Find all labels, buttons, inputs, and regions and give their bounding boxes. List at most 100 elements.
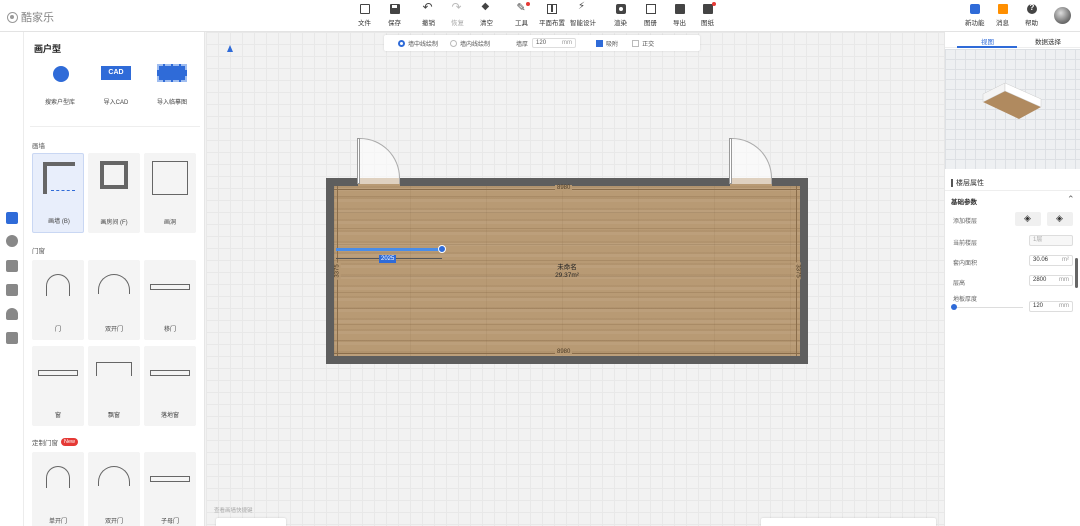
view-mode-toolbar[interactable] bbox=[216, 518, 286, 526]
add-floor-below-button[interactable] bbox=[1047, 212, 1073, 226]
room-label[interactable]: 未命名 29.37m² bbox=[334, 264, 800, 280]
ai-design-label: 智能设计 bbox=[570, 20, 596, 27]
bay-window-icon bbox=[96, 362, 132, 376]
floorplan-canvas[interactable]: 墙中线绘制 墙内线绘制 墙厚 120 mm 吸附 正交 8980 8980 337… bbox=[206, 32, 944, 526]
export-label: 导出 bbox=[673, 20, 686, 27]
3d-preview[interactable] bbox=[945, 49, 1080, 169]
draw-wall-tool[interactable]: 画墙 (B) bbox=[32, 153, 84, 233]
room-floor[interactable]: 8980 8980 3375 3375 未命名 29.37m² 2025 bbox=[334, 185, 801, 356]
center-line-option[interactable]: 墙中线绘制 bbox=[398, 39, 438, 48]
doors-windows-section-header: 门窗 bbox=[32, 248, 45, 255]
crown-rail-icon[interactable] bbox=[6, 284, 18, 296]
render-label: 渲染 bbox=[614, 20, 627, 27]
room-name: 未命名 bbox=[557, 264, 577, 271]
draw-room-tool[interactable]: 画房间 (F) bbox=[88, 153, 140, 233]
trace-image-icon bbox=[157, 64, 187, 82]
redo-button[interactable]: 恢复 bbox=[451, 0, 464, 27]
user-avatar[interactable] bbox=[1054, 7, 1071, 24]
shortcut-hint[interactable]: 查看画墙快捷键 bbox=[214, 506, 253, 514]
redo-icon bbox=[452, 0, 463, 14]
current-floor-select[interactable]: 1层 bbox=[1029, 235, 1073, 246]
import-trace-image-button[interactable]: 导入临摹图 bbox=[146, 58, 198, 116]
floor-layout-button[interactable]: 平面布置 bbox=[539, 4, 565, 27]
custom-doors-section-header: 定制门窗 New bbox=[32, 437, 79, 447]
floor-window-label: 落地窗 bbox=[160, 413, 179, 419]
snap-option[interactable]: 吸附 bbox=[596, 39, 618, 48]
single-swing-door-item[interactable]: 单开门 bbox=[32, 452, 84, 526]
clear-button[interactable]: 清空 bbox=[480, 1, 493, 27]
add-floor-above-button[interactable] bbox=[1015, 212, 1041, 226]
checkbox-icon bbox=[632, 40, 640, 48]
radio-checked-icon bbox=[398, 40, 405, 48]
walls-section-header: 画墙 bbox=[32, 143, 45, 150]
export-button[interactable]: 导出 bbox=[673, 4, 686, 27]
sliding-door-item[interactable]: 移门 bbox=[144, 260, 196, 340]
current-floor-label: 当前楼层 bbox=[953, 241, 978, 247]
wrench-icon bbox=[517, 1, 530, 14]
basic-params-header[interactable]: 基础参数 bbox=[951, 196, 977, 206]
top-toolbar: 酷家乐 文件 保存 撤销 恢复 清空 工具 平面布置 智能设计 渲染 图册 bbox=[0, 0, 1080, 32]
app-logo[interactable]: 酷家乐 bbox=[7, 9, 54, 25]
double-door-item[interactable]: 双开门 bbox=[88, 260, 140, 340]
drawing-label: 图纸 bbox=[701, 20, 714, 27]
slab-thickness-input[interactable]: 120 mm bbox=[1029, 301, 1073, 312]
slab-thickness-slider-knob[interactable] bbox=[951, 304, 957, 310]
tab-view[interactable]: 视图 bbox=[981, 36, 994, 46]
ai-design-button[interactable]: 智能设计 bbox=[570, 1, 596, 27]
import-cad-button[interactable]: CAD 导入CAD bbox=[90, 58, 142, 116]
vehicle-rail-icon[interactable] bbox=[6, 332, 18, 344]
inner-area-field: 30.06 m² bbox=[1029, 255, 1073, 266]
render-button[interactable]: 渲染 bbox=[614, 4, 627, 27]
single-swing-door-icon bbox=[46, 466, 70, 488]
wall-endpoint-handle[interactable] bbox=[438, 245, 446, 253]
tools-button[interactable]: 工具 bbox=[515, 1, 530, 27]
wall-being-drawn[interactable] bbox=[336, 248, 442, 251]
new-feature-button[interactable]: 新功能 bbox=[965, 4, 985, 27]
zoom-toolbar[interactable] bbox=[761, 518, 936, 526]
user-rail-icon[interactable] bbox=[6, 308, 18, 320]
drawing-length-input[interactable]: 2025 bbox=[379, 255, 397, 263]
bay-window-item[interactable]: 飘窗 bbox=[88, 346, 140, 426]
floor-window-icon bbox=[150, 370, 190, 376]
right-tabs: 视图 数据选择 bbox=[945, 32, 1080, 48]
undo-button[interactable]: 撤销 bbox=[422, 0, 435, 27]
panel-scrollbar[interactable] bbox=[1075, 258, 1078, 288]
album-button[interactable]: 图册 bbox=[644, 4, 657, 27]
collapse-icon[interactable]: ⌃ bbox=[1067, 194, 1075, 205]
ai-design-icon bbox=[578, 1, 588, 14]
messages-button[interactable]: 消息 bbox=[996, 4, 1009, 27]
file-button[interactable]: 文件 bbox=[358, 4, 371, 27]
slab-thickness-slider[interactable] bbox=[953, 307, 1023, 308]
drawing-icon bbox=[702, 2, 716, 14]
save-button[interactable]: 保存 bbox=[388, 4, 401, 27]
inner-line-option[interactable]: 墙内线绘制 bbox=[450, 39, 490, 48]
cad-icon: CAD bbox=[101, 66, 131, 80]
mother-son-door-item[interactable]: 子母门 bbox=[144, 452, 196, 526]
album-icon bbox=[645, 4, 656, 14]
floor-window-item[interactable]: 落地窗 bbox=[144, 346, 196, 426]
furniture-rail-icon[interactable] bbox=[6, 260, 18, 272]
ortho-option[interactable]: 正交 bbox=[632, 39, 654, 48]
gift-icon bbox=[997, 4, 1008, 14]
draw-opening-tool[interactable]: 画洞 bbox=[144, 153, 196, 233]
door-item[interactable]: 门 bbox=[32, 260, 84, 340]
panel-title: 画户型 bbox=[34, 44, 62, 54]
floorplan-rail-icon[interactable] bbox=[6, 212, 18, 224]
layout-icon bbox=[547, 4, 557, 14]
custom-double-door-item[interactable]: 双开门 bbox=[88, 452, 140, 526]
floor-height-label: 层高 bbox=[953, 281, 966, 287]
export-icon bbox=[674, 4, 685, 14]
lighting-rail-icon[interactable] bbox=[6, 235, 18, 247]
wall-thickness-input[interactable]: 120 mm bbox=[532, 38, 577, 48]
search-floorplan-library[interactable]: 搜索户型库 bbox=[34, 58, 86, 116]
help-button[interactable]: 帮助 bbox=[1025, 3, 1038, 27]
sliding-door-label: 移门 bbox=[163, 327, 176, 333]
radio-icon bbox=[450, 40, 458, 48]
tab-data-select[interactable]: 数据选择 bbox=[1035, 36, 1061, 46]
room-walls[interactable]: 8980 8980 3375 3375 未命名 29.37m² 2025 bbox=[326, 178, 808, 364]
window-item[interactable]: 窗 bbox=[32, 346, 84, 426]
logo-text: 酷家乐 bbox=[21, 12, 54, 24]
floor-height-input[interactable]: 2800 mm bbox=[1029, 275, 1073, 286]
add-floor-label: 添加楼层 bbox=[953, 219, 978, 225]
drawing-button[interactable]: 图纸 bbox=[701, 2, 716, 27]
